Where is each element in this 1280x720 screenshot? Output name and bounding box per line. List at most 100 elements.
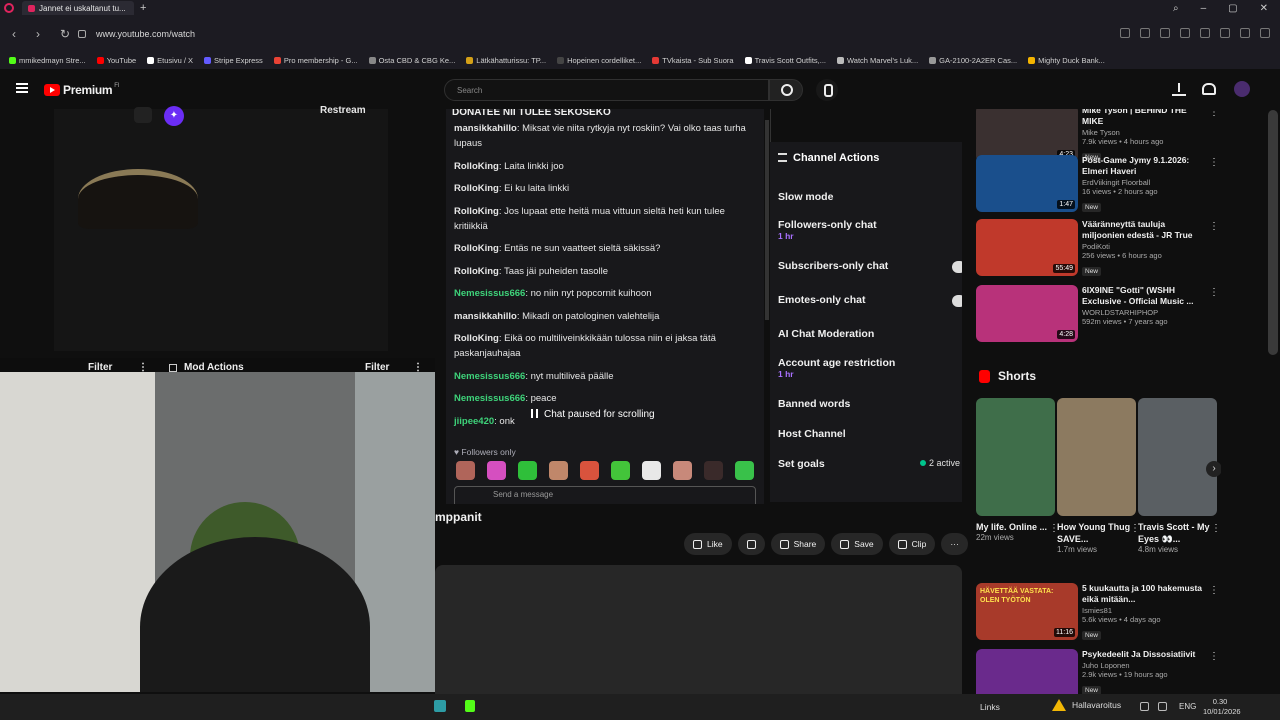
channel-action-item[interactable]: Account age restriction 1 hr — [778, 357, 895, 379]
more-icon[interactable]: ⋮ — [1209, 157, 1219, 168]
emote-icon[interactable] — [518, 461, 537, 480]
share-button[interactable]: Share — [770, 533, 826, 555]
new-tab-icon[interactable]: + — [140, 2, 146, 14]
clock[interactable]: 0.30 10/01/2026 — [1203, 697, 1241, 717]
emote-icon[interactable] — [456, 461, 475, 480]
emote-icon[interactable] — [487, 461, 506, 480]
emote-icon[interactable] — [611, 461, 630, 480]
bookmark-item[interactable]: Etusivu / X — [147, 56, 193, 65]
bookmark-item[interactable]: YouTube — [96, 56, 136, 65]
channel-name[interactable]: Juho Loponen — [1082, 661, 1204, 670]
short-title[interactable]: How Young Thug SAVE... — [1057, 521, 1136, 545]
channel-name[interactable]: Ismies81 — [1082, 606, 1204, 615]
extension-icon[interactable] — [1260, 28, 1270, 38]
video-thumbnail[interactable]: 4:28 — [976, 285, 1078, 342]
search-input[interactable]: Search — [444, 79, 769, 101]
extension-icon[interactable] — [1160, 28, 1170, 38]
upload-icon[interactable] — [1172, 82, 1186, 96]
recommended-video[interactable]: 4:28 6IX9INE "Gotti" (WSHH Exclusive - Of… — [976, 285, 1221, 347]
extension-icon[interactable] — [1220, 28, 1230, 38]
video-thumbnail[interactable]: 55:49 — [976, 219, 1078, 276]
emote-icon[interactable] — [735, 461, 754, 480]
account-avatar[interactable] — [1234, 81, 1250, 97]
network-icon[interactable] — [1158, 702, 1167, 711]
emote-icon[interactable] — [580, 461, 599, 480]
close-window-icon[interactable]: ✕ — [1260, 3, 1268, 14]
app-icon[interactable] — [465, 700, 475, 712]
toggle-switch[interactable] — [952, 295, 962, 307]
forward-icon[interactable]: › — [36, 27, 48, 41]
channel-action-item[interactable]: Subscribers-only chat — [778, 260, 888, 272]
chat-scrollbar[interactable] — [765, 120, 769, 320]
chat-username[interactable]: RolloKing — [454, 183, 499, 194]
maximize-icon[interactable]: ▢ — [1228, 3, 1237, 14]
chat-username[interactable]: RolloKing — [454, 266, 499, 277]
bookmark-item[interactable]: mmikedmayn Stre... — [9, 56, 86, 65]
chat-paused-banner[interactable]: Chat paused for scrolling — [528, 409, 658, 420]
channel-name[interactable]: PodiKoti — [1082, 242, 1204, 251]
video-title[interactable]: Psykedeelit Ja Dissosiatiivit — [1082, 649, 1204, 660]
chat-username[interactable]: RolloKing — [454, 206, 499, 217]
channel-action-item[interactable]: Banned words — [778, 398, 850, 410]
opera-logo-icon[interactable] — [4, 3, 14, 13]
search-tabs-icon[interactable]: ⌕ — [1173, 3, 1179, 14]
bookmark-item[interactable]: Pro membership - G... — [273, 56, 358, 65]
reload-icon[interactable]: ↻ — [60, 27, 72, 41]
more-icon[interactable]: ⋮ — [1209, 221, 1219, 232]
chat-username[interactable]: RolloKing — [454, 243, 499, 254]
youtube-logo[interactable]: Premium FI — [44, 83, 120, 97]
shorts-next-icon[interactable]: › — [1206, 461, 1221, 477]
short-title[interactable]: Travis Scott - My Eyes 👀... — [1138, 521, 1217, 545]
emote-icon[interactable] — [673, 461, 692, 480]
chat-username[interactable]: RolloKing — [454, 161, 499, 172]
language-indicator[interactable]: ENG — [1179, 702, 1196, 711]
video-title[interactable]: Post-Game Jymy 9.1.2026: Elmeri Haveri — [1082, 155, 1204, 177]
emote-icon[interactable] — [704, 461, 723, 480]
short-video[interactable]: My life. Online ... 22m views ⋮ — [976, 398, 1059, 542]
more-actions-button[interactable]: ··· — [941, 533, 968, 555]
recommended-video[interactable]: HÄVETTÄÄ VASTATA: OLEN TYÖTÖN 11:16 5 kuuk… — [976, 583, 1221, 645]
chat-username[interactable]: jiipee420 — [454, 416, 494, 427]
emote-icon[interactable] — [642, 461, 661, 480]
short-video[interactable]: Travis Scott - My Eyes 👀... 4.8m views ⋮ — [1138, 398, 1221, 554]
send-message-input[interactable]: Send a message — [454, 486, 756, 504]
short-video[interactable]: How Young Thug SAVE... 1.7m views ⋮ — [1057, 398, 1140, 554]
bookmark-item[interactable]: Mighty Duck Bank... — [1028, 56, 1105, 65]
channel-name[interactable]: ErdViikingit Floorball — [1082, 178, 1204, 187]
chat-username[interactable]: RolloKing — [454, 333, 499, 344]
bookmark-item[interactable]: GA-2100-2A2ER Cas... — [929, 56, 1017, 65]
more-icon[interactable]: ⋮ — [1209, 651, 1219, 662]
more-icon[interactable]: ⋮ — [1209, 109, 1219, 118]
chat-username[interactable]: Nemesissus666 — [454, 371, 525, 382]
browser-tab-active[interactable]: Jannet ei uskaltanut tu... — [22, 1, 134, 15]
chat-username[interactable]: Nemesissus666 — [454, 393, 525, 404]
save-button[interactable]: Save — [831, 533, 883, 555]
short-thumbnail[interactable] — [1057, 398, 1136, 516]
recommended-video[interactable]: Psykedeelit Ja Dissosiatiivit Juho Lopone… — [976, 649, 1221, 694]
channel-name[interactable]: Mike Tyson — [1082, 128, 1204, 137]
dislike-button[interactable] — [737, 533, 765, 555]
bookmark-item[interactable]: TVkaista - Sub Suora — [652, 56, 734, 65]
links-toolbar[interactable]: Links — [980, 702, 1000, 712]
video-title[interactable]: 5 kuukautta ja 100 hakemusta eikä mitään… — [1082, 583, 1204, 605]
hamburger-menu-icon[interactable] — [16, 83, 28, 93]
bookmark-item[interactable]: Osta CBD & CBG Ke... — [368, 56, 455, 65]
chat-username[interactable]: Nemesissus666 — [454, 288, 525, 299]
video-description-box[interactable] — [435, 565, 962, 695]
channel-action-item[interactable]: Set goals — [778, 458, 825, 470]
video-thumbnail[interactable]: HÄVETTÄÄ VASTATA: OLEN TYÖTÖN 11:16 — [976, 583, 1078, 640]
more-icon[interactable]: ⋮ — [1211, 523, 1221, 534]
channel-action-item[interactable]: Host Channel — [778, 428, 846, 440]
video-thumbnail[interactable] — [976, 649, 1078, 694]
minimize-icon[interactable]: – — [1201, 3, 1207, 14]
lock-icon[interactable] — [78, 30, 86, 38]
toggle-switch[interactable] — [952, 261, 962, 273]
bookmark-item[interactable]: Watch Marvel's Luk... — [836, 56, 918, 65]
channel-action-item[interactable]: Emotes-only chat — [778, 294, 866, 306]
bookmark-item[interactable]: Lätkähatturissu: TP... — [466, 56, 546, 65]
like-button[interactable]: Like — [684, 533, 732, 555]
weather-warning[interactable]: Hallavaroitus — [1052, 699, 1121, 711]
page-scrollbar[interactable] — [1268, 110, 1278, 355]
emote-icon[interactable] — [549, 461, 568, 480]
app-icon[interactable] — [434, 700, 446, 712]
